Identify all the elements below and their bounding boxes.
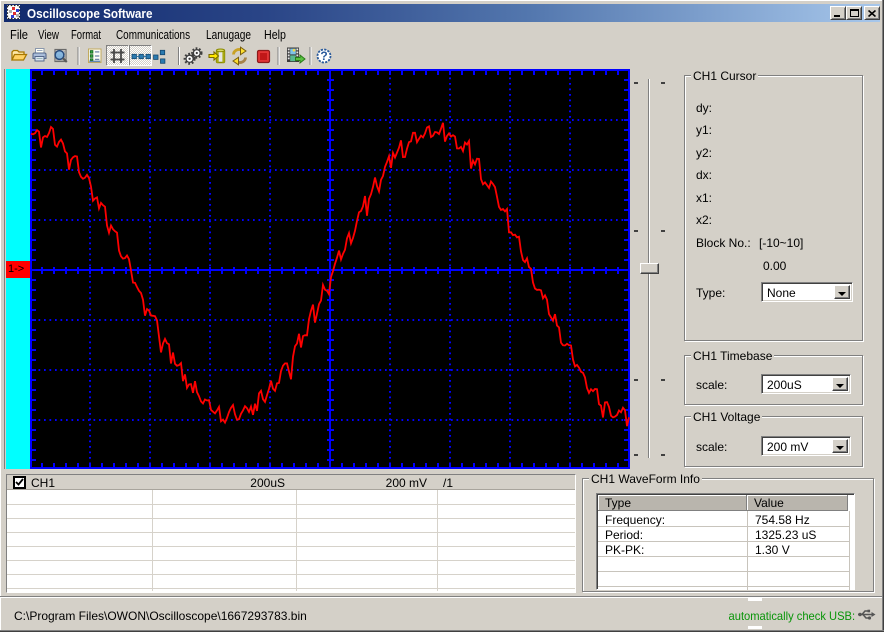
- svg-text:?: ?: [320, 49, 327, 63]
